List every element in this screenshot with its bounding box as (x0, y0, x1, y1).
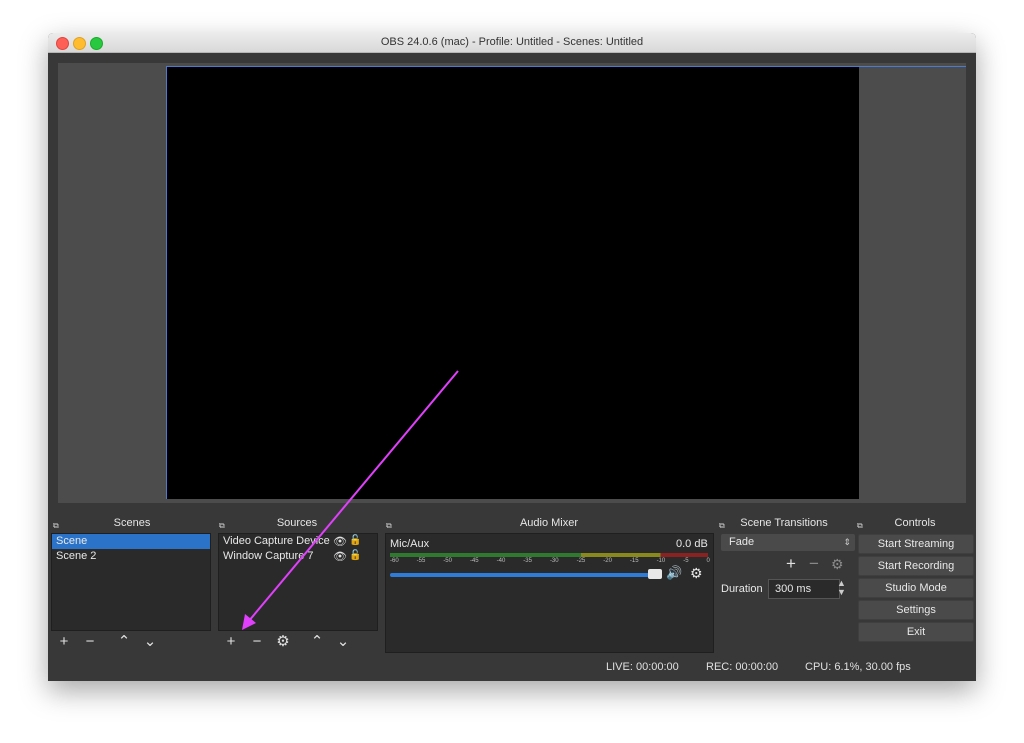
annotation-arrow (242, 370, 459, 630)
annotation-arrow-shaft (247, 370, 459, 623)
